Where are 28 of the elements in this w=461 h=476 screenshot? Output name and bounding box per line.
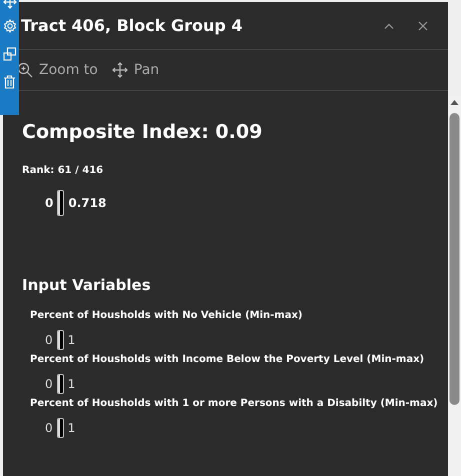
gauge-bar [56, 418, 64, 438]
settings-icon [2, 19, 16, 33]
variable-label: Percent of Housholds with No Vehicle (Min-max) [30, 310, 304, 321]
chevron-up-icon [384, 22, 394, 28]
gauge-max: 1 [68, 333, 76, 347]
composite-index-heading: Composite Index: 0.09 [22, 121, 264, 143]
gauge-bar [57, 190, 64, 216]
close-icon [418, 20, 428, 30]
popup-title: Tract 406, Block Group 4 [21, 16, 244, 35]
gauge-min: 0 [45, 377, 53, 391]
zoom-in-icon [17, 62, 33, 78]
gauge-min: 0 [45, 333, 53, 347]
variable-label: Percent of Housholds with Income Below the Poverty Level (Min-max) [30, 354, 426, 365]
gauge-min: 0 [45, 421, 53, 435]
zoom-to-button[interactable]: Zoom to [17, 62, 98, 78]
section-heading: Input Variables [22, 276, 152, 294]
gauge-min: 0 [45, 196, 54, 210]
trash-icon [3, 75, 16, 89]
gauge-max: 0.718 [68, 196, 106, 210]
gauge-max: 1 [68, 377, 76, 391]
duplicate-icon [2, 47, 16, 61]
rank-text: Rank: 61 / 416 [22, 165, 104, 176]
variable-label: Percent of Housholds with 1 or more Persons with a Disabilty (Min-max) [30, 398, 439, 409]
gauge-max: 1 [68, 421, 76, 435]
gauge-bar [56, 374, 64, 394]
gauge-bar [56, 330, 64, 350]
pan-icon [112, 62, 128, 78]
pan-button[interactable]: Pan [112, 62, 160, 78]
